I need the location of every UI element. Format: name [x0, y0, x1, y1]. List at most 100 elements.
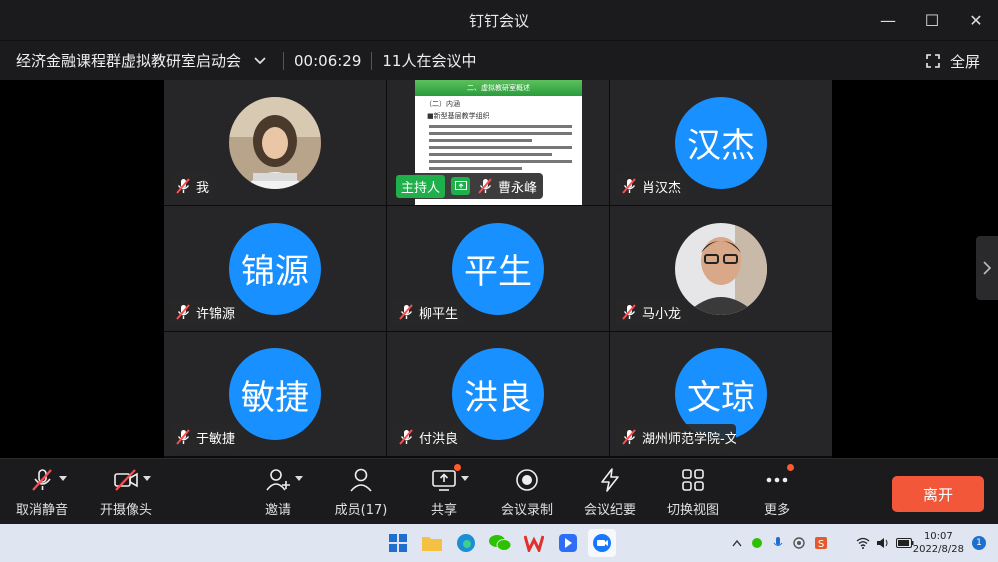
participant-avatar: 敏捷: [229, 348, 321, 440]
close-button[interactable]: ✕: [954, 0, 998, 40]
caret-down-icon[interactable]: [295, 476, 303, 481]
minutes-label: 会议纪要: [583, 503, 636, 518]
participant-tile[interactable]: 汉杰 肖汉杰: [610, 80, 832, 205]
participant-name-tag: 付洪良: [393, 424, 465, 450]
wps-icon[interactable]: [520, 529, 548, 557]
slide-text-line: [429, 139, 532, 142]
participant-tile[interactable]: 平生 柳平生: [387, 206, 609, 331]
mic-muted-icon: [29, 467, 67, 493]
participant-tile[interactable]: 我: [164, 80, 386, 205]
os-taskbar: S 10:07 2022/8/28 1: [0, 524, 998, 562]
notification-count-badge[interactable]: 1: [972, 536, 986, 550]
leave-button[interactable]: 离开: [892, 476, 984, 512]
camera-off-icon: [113, 467, 151, 493]
volume-icon: [877, 538, 888, 548]
minimize-button[interactable]: —: [866, 0, 910, 40]
slide-subheading: （二）内涵: [425, 100, 460, 108]
caret-down-icon[interactable]: [461, 476, 469, 481]
participant-photo: [229, 96, 321, 189]
meeting-window: 钉钉会议 — ☐ ✕ 经济金融课程群虚拟教研室启动会 00:06:29 11人在…: [0, 0, 998, 562]
caret-down-icon[interactable]: [59, 476, 67, 481]
add-user-icon: [265, 467, 303, 493]
slide-text-line: [429, 153, 552, 156]
chevron-up-icon[interactable]: [732, 539, 742, 547]
fullscreen-button[interactable]: 全屏: [926, 41, 980, 81]
participant-name-tag: 我: [170, 173, 216, 199]
participant-name-tag: 肖汉杰: [616, 173, 688, 199]
mic-muted-icon: [399, 429, 413, 445]
window-controls: — ☐ ✕: [866, 0, 998, 40]
settings-tray-icon[interactable]: [792, 536, 806, 550]
more-icon: [764, 464, 794, 493]
members-button[interactable]: 成员(17): [319, 467, 403, 523]
participant-avatar: 汉杰: [675, 96, 767, 189]
meeting-title[interactable]: 经济金融课程群虚拟教研室启动会: [16, 50, 241, 71]
record-button[interactable]: 会议录制: [485, 467, 569, 523]
participant-name: 于敏捷: [196, 431, 236, 447]
participant-count: 11人在会议中: [382, 52, 477, 70]
lightning-icon: [597, 467, 623, 493]
more-button[interactable]: 更多: [735, 464, 819, 523]
svg-text:S: S: [818, 539, 824, 550]
mic-muted-icon: [176, 304, 190, 320]
slide-text-line: [429, 125, 572, 128]
clock-time: 10:07: [923, 531, 953, 542]
caret-down-icon[interactable]: [143, 476, 151, 481]
wechat-icon[interactable]: [486, 529, 514, 557]
record-label: 会议录制: [500, 503, 553, 518]
slide-text-line: [429, 160, 572, 163]
participant-avatar: 洪良: [452, 348, 544, 440]
divider: [371, 51, 373, 70]
share-button[interactable]: 共享: [402, 464, 486, 523]
windows-start-icon[interactable]: [384, 529, 412, 557]
participant-tile[interactable]: 二、虚拟教研室概述 （二）内涵 ■新型基层教学组织 主持人 曹永峰: [387, 80, 609, 205]
slide-text-line: [429, 146, 572, 149]
minutes-button[interactable]: 会议纪要: [568, 467, 652, 523]
maximize-button[interactable]: ☐: [910, 0, 954, 40]
chevron-right-icon: [983, 261, 992, 275]
record-icon: [514, 467, 540, 493]
file-explorer-icon[interactable]: [418, 529, 446, 557]
participant-tile[interactable]: 文琼 湖州师范学院-文: [610, 332, 832, 456]
members-label: 成员(17): [334, 503, 388, 518]
screen-share-icon: [431, 464, 469, 493]
chevron-down-icon[interactable]: [253, 54, 267, 68]
window-title: 钉钉会议: [468, 11, 529, 30]
meeting-toolbar: 取消静音 开摄像头 邀请 成员(17) 共享 会议录制 会议纪要 切换视图 更多…: [0, 458, 998, 524]
slide-text-line: [429, 132, 572, 135]
participant-tile[interactable]: 马小龙: [610, 206, 832, 331]
participant-tile[interactable]: 敏捷 于敏捷: [164, 332, 386, 456]
dingtalk-icon[interactable]: [588, 529, 616, 557]
wechat-tray-icon[interactable]: [750, 536, 764, 550]
switch-view-button[interactable]: 切换视图: [651, 467, 735, 523]
share-label: 共享: [430, 503, 457, 518]
notification-dot: [787, 464, 794, 471]
slide-text-line: [429, 167, 522, 170]
title-bar: 钉钉会议 — ☐ ✕: [0, 0, 998, 40]
fullscreen-icon: [926, 54, 940, 68]
status-icons[interactable]: [856, 524, 914, 562]
participant-name: 付洪良: [419, 431, 459, 447]
participant-photo: [675, 222, 767, 315]
system-tray: S: [732, 524, 828, 562]
invite-button[interactable]: 邀请: [236, 467, 320, 523]
participant-name: 曹永峰: [497, 180, 537, 196]
grid-view-icon: [680, 467, 706, 493]
microphone-icon[interactable]: [772, 536, 784, 550]
unmute-label: 取消静音: [15, 503, 68, 518]
participant-avatar: 锦源: [229, 222, 321, 315]
input-method-icon[interactable]: S: [814, 536, 828, 550]
system-clock[interactable]: 10:07 2022/8/28: [913, 530, 964, 556]
participant-tile[interactable]: 洪良 付洪良: [387, 332, 609, 456]
meeting-duration: 00:06:29: [294, 51, 362, 70]
clock-date: 2022/8/28: [912, 544, 964, 555]
unmute-button[interactable]: 取消静音: [0, 467, 84, 523]
notification-dot: [454, 464, 461, 471]
app-icon[interactable]: [554, 529, 582, 557]
participant-name: 湖州师范学院-文: [642, 431, 736, 447]
host-badge: 主持人: [396, 174, 446, 198]
participant-tile[interactable]: 锦源 许锦源: [164, 206, 386, 331]
camera-button[interactable]: 开摄像头: [84, 467, 168, 523]
edge-browser-icon[interactable]: [452, 529, 480, 557]
next-page-button[interactable]: [976, 236, 998, 300]
